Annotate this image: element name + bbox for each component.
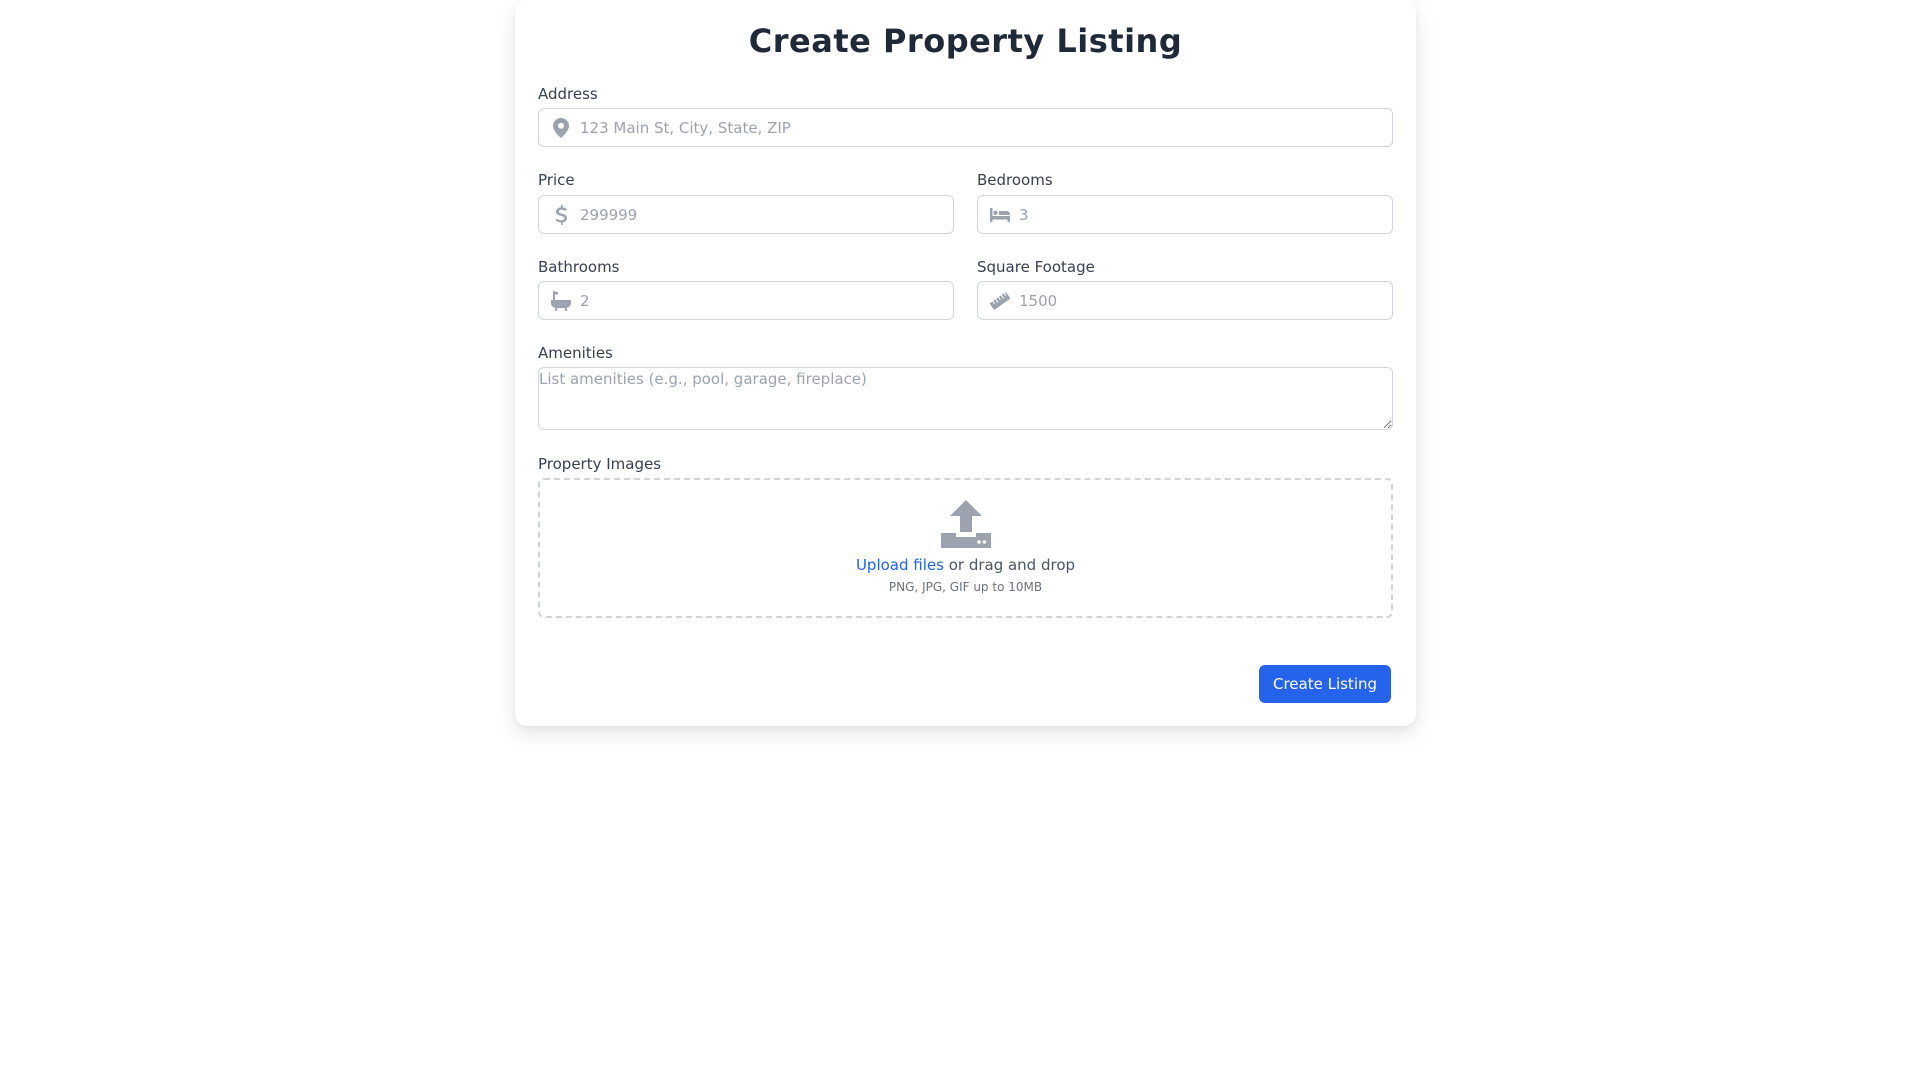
- bedrooms-field[interactable]: [977, 195, 1393, 234]
- upload-icon: [940, 500, 991, 552]
- square-footage-label: Square Footage: [977, 258, 1095, 276]
- file-types-hint: PNG, JPG, GIF up to 10MB: [888, 580, 1043, 594]
- property-images-label: Property Images: [538, 455, 662, 473]
- dropzone-content: Upload files or drag and drop PNG, JPG, …: [540, 500, 1391, 594]
- square-footage-field[interactable]: [977, 281, 1393, 320]
- page-title: Create Property Listing: [748, 22, 1183, 60]
- create-listing-button[interactable]: Create Listing: [1259, 665, 1391, 703]
- property-listing-card: Create Property Listing Address Price Be…: [515, 0, 1416, 726]
- amenities-textarea[interactable]: [538, 367, 1393, 430]
- drag-drop-text: or drag and drop: [943, 556, 1076, 574]
- price-field[interactable]: [538, 195, 954, 234]
- address-input[interactable]: [580, 109, 1392, 146]
- image-dropzone[interactable]: Upload files or drag and drop PNG, JPG, …: [538, 478, 1393, 618]
- upload-files-link[interactable]: Upload files: [856, 556, 944, 574]
- price-input[interactable]: [580, 196, 953, 233]
- bathrooms-label: Bathrooms: [538, 258, 620, 276]
- bathrooms-input[interactable]: [580, 282, 953, 319]
- bathrooms-field[interactable]: [538, 281, 954, 320]
- address-label: Address: [538, 85, 598, 103]
- square-footage-input[interactable]: [1019, 282, 1392, 319]
- price-label: Price: [538, 171, 575, 189]
- bedrooms-label: Bedrooms: [977, 171, 1053, 189]
- address-field[interactable]: [538, 108, 1393, 147]
- ruler-icon: [990, 291, 1010, 311]
- bath-icon: [551, 290, 571, 311]
- bed-icon: [990, 205, 1010, 225]
- upload-instructions: Upload files or drag and drop: [540, 556, 1391, 574]
- dollar-icon: [551, 204, 571, 225]
- map-pin-icon: [551, 117, 571, 138]
- amenities-label: Amenities: [538, 344, 613, 362]
- bedrooms-input[interactable]: [1019, 196, 1392, 233]
